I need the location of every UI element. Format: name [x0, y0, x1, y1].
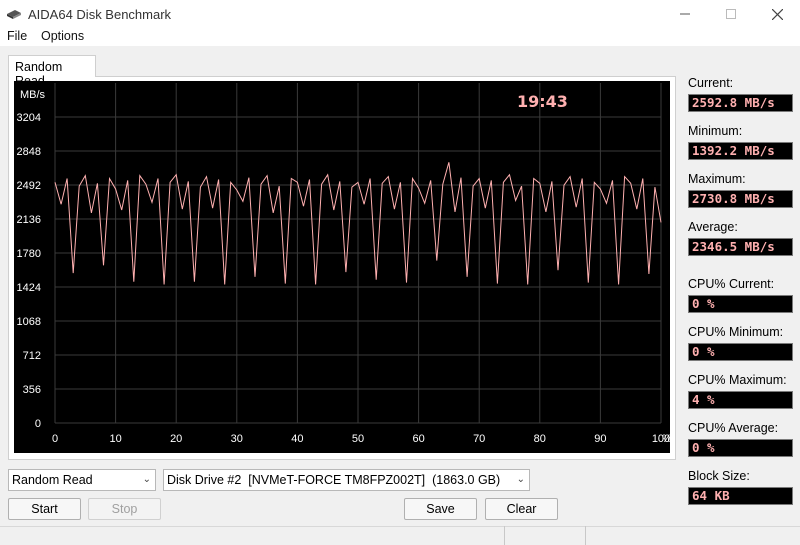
chevron-down-icon: ⌄ — [142, 474, 151, 485]
minimum-label: Minimum: — [688, 124, 743, 138]
clear-button[interactable]: Clear — [485, 498, 558, 520]
test-type-select[interactable]: Random Read ⌄ — [8, 469, 156, 491]
minimize-icon — [680, 13, 690, 15]
y-tick-label: 2492 — [17, 180, 41, 192]
save-button[interactable]: Save — [404, 498, 477, 520]
drive-value: Disk Drive #2 [NVMeT-FORCE TM8FPZ002T] (… — [167, 473, 501, 487]
y-tick-label: 1068 — [17, 316, 41, 328]
x-tick-label: 0 — [52, 433, 58, 445]
x-tick-label: 60 — [412, 433, 424, 445]
menu-bar: File Options — [0, 28, 800, 46]
average-value: 2346.5 MB/s — [688, 238, 793, 256]
block-size-label: Block Size: — [688, 469, 750, 483]
status-divider — [504, 526, 505, 545]
y-tick-label: 356 — [23, 384, 41, 396]
x-tick-label: 40 — [291, 433, 303, 445]
cpu-minimum-value: 0 % — [688, 343, 793, 361]
maximum-label: Maximum: — [688, 172, 746, 186]
chart-clock: 19:43 — [517, 92, 568, 111]
x-tick-label: 10 — [109, 433, 121, 445]
x-tick-label: 50 — [352, 433, 364, 445]
x-tick-label: 70 — [473, 433, 485, 445]
current-label: Current: — [688, 76, 734, 90]
close-icon — [771, 8, 783, 20]
close-button[interactable] — [754, 0, 800, 28]
cpu-average-value: 0 % — [688, 439, 793, 457]
start-button[interactable]: Start — [8, 498, 81, 520]
cpu-maximum-value: 4 % — [688, 391, 793, 409]
average-label: Average: — [688, 220, 738, 234]
y-axis-label: MB/s — [20, 89, 46, 101]
cpu-average-label: CPU% Average: — [688, 421, 779, 435]
y-tick-label: 3204 — [17, 112, 41, 124]
status-divider — [585, 526, 586, 545]
minimum-value: 1392.2 MB/s — [688, 142, 793, 160]
maximize-button[interactable] — [708, 0, 754, 28]
y-tick-label: 2848 — [17, 146, 41, 158]
drive-select[interactable]: Disk Drive #2 [NVMeT-FORCE TM8FPZ002T] (… — [163, 469, 530, 491]
y-tick-label: 2136 — [17, 214, 41, 226]
y-tick-label: 0 — [35, 418, 41, 430]
benchmark-chart: 0 356 712 1068 1424 1780 2136 2492 2848 3204 0 10 20… — [14, 81, 670, 453]
current-value: 2592.8 MB/s — [688, 94, 793, 112]
y-tick-label: 1780 — [17, 248, 41, 260]
tab-random-read[interactable]: Random Read — [8, 55, 96, 88]
minimize-button[interactable] — [662, 0, 708, 28]
cpu-current-value: 0 % — [688, 295, 793, 313]
menu-file[interactable]: File — [7, 29, 27, 43]
cpu-maximum-label: CPU% Maximum: — [688, 373, 787, 387]
test-type-value: Random Read — [12, 473, 93, 487]
y-tick-label: 1424 — [17, 282, 41, 294]
x-unit-label: % — [662, 433, 670, 445]
window-title: AIDA64 Disk Benchmark — [28, 7, 172, 22]
menu-options[interactable]: Options — [41, 29, 84, 43]
x-tick-label: 80 — [534, 433, 546, 445]
chart-svg: 0 356 712 1068 1424 1780 2136 2492 2848 3204 0 10 20… — [17, 83, 670, 445]
title-bar: AIDA64 Disk Benchmark — [0, 0, 800, 28]
cpu-current-label: CPU% Current: — [688, 277, 775, 291]
x-tick-label: 20 — [170, 433, 182, 445]
block-size-value: 64 KB — [688, 487, 793, 505]
maximum-value: 2730.8 MB/s — [688, 190, 793, 208]
app-disk-icon — [7, 10, 21, 19]
stop-button[interactable]: Stop — [88, 498, 161, 520]
chevron-down-icon: ⌄ — [516, 474, 525, 485]
x-tick-label: 30 — [231, 433, 243, 445]
x-tick-label: 90 — [594, 433, 606, 445]
maximize-icon — [726, 9, 736, 19]
cpu-minimum-label: CPU% Minimum: — [688, 325, 784, 339]
y-tick-label: 712 — [23, 350, 41, 362]
status-bar — [0, 526, 800, 545]
